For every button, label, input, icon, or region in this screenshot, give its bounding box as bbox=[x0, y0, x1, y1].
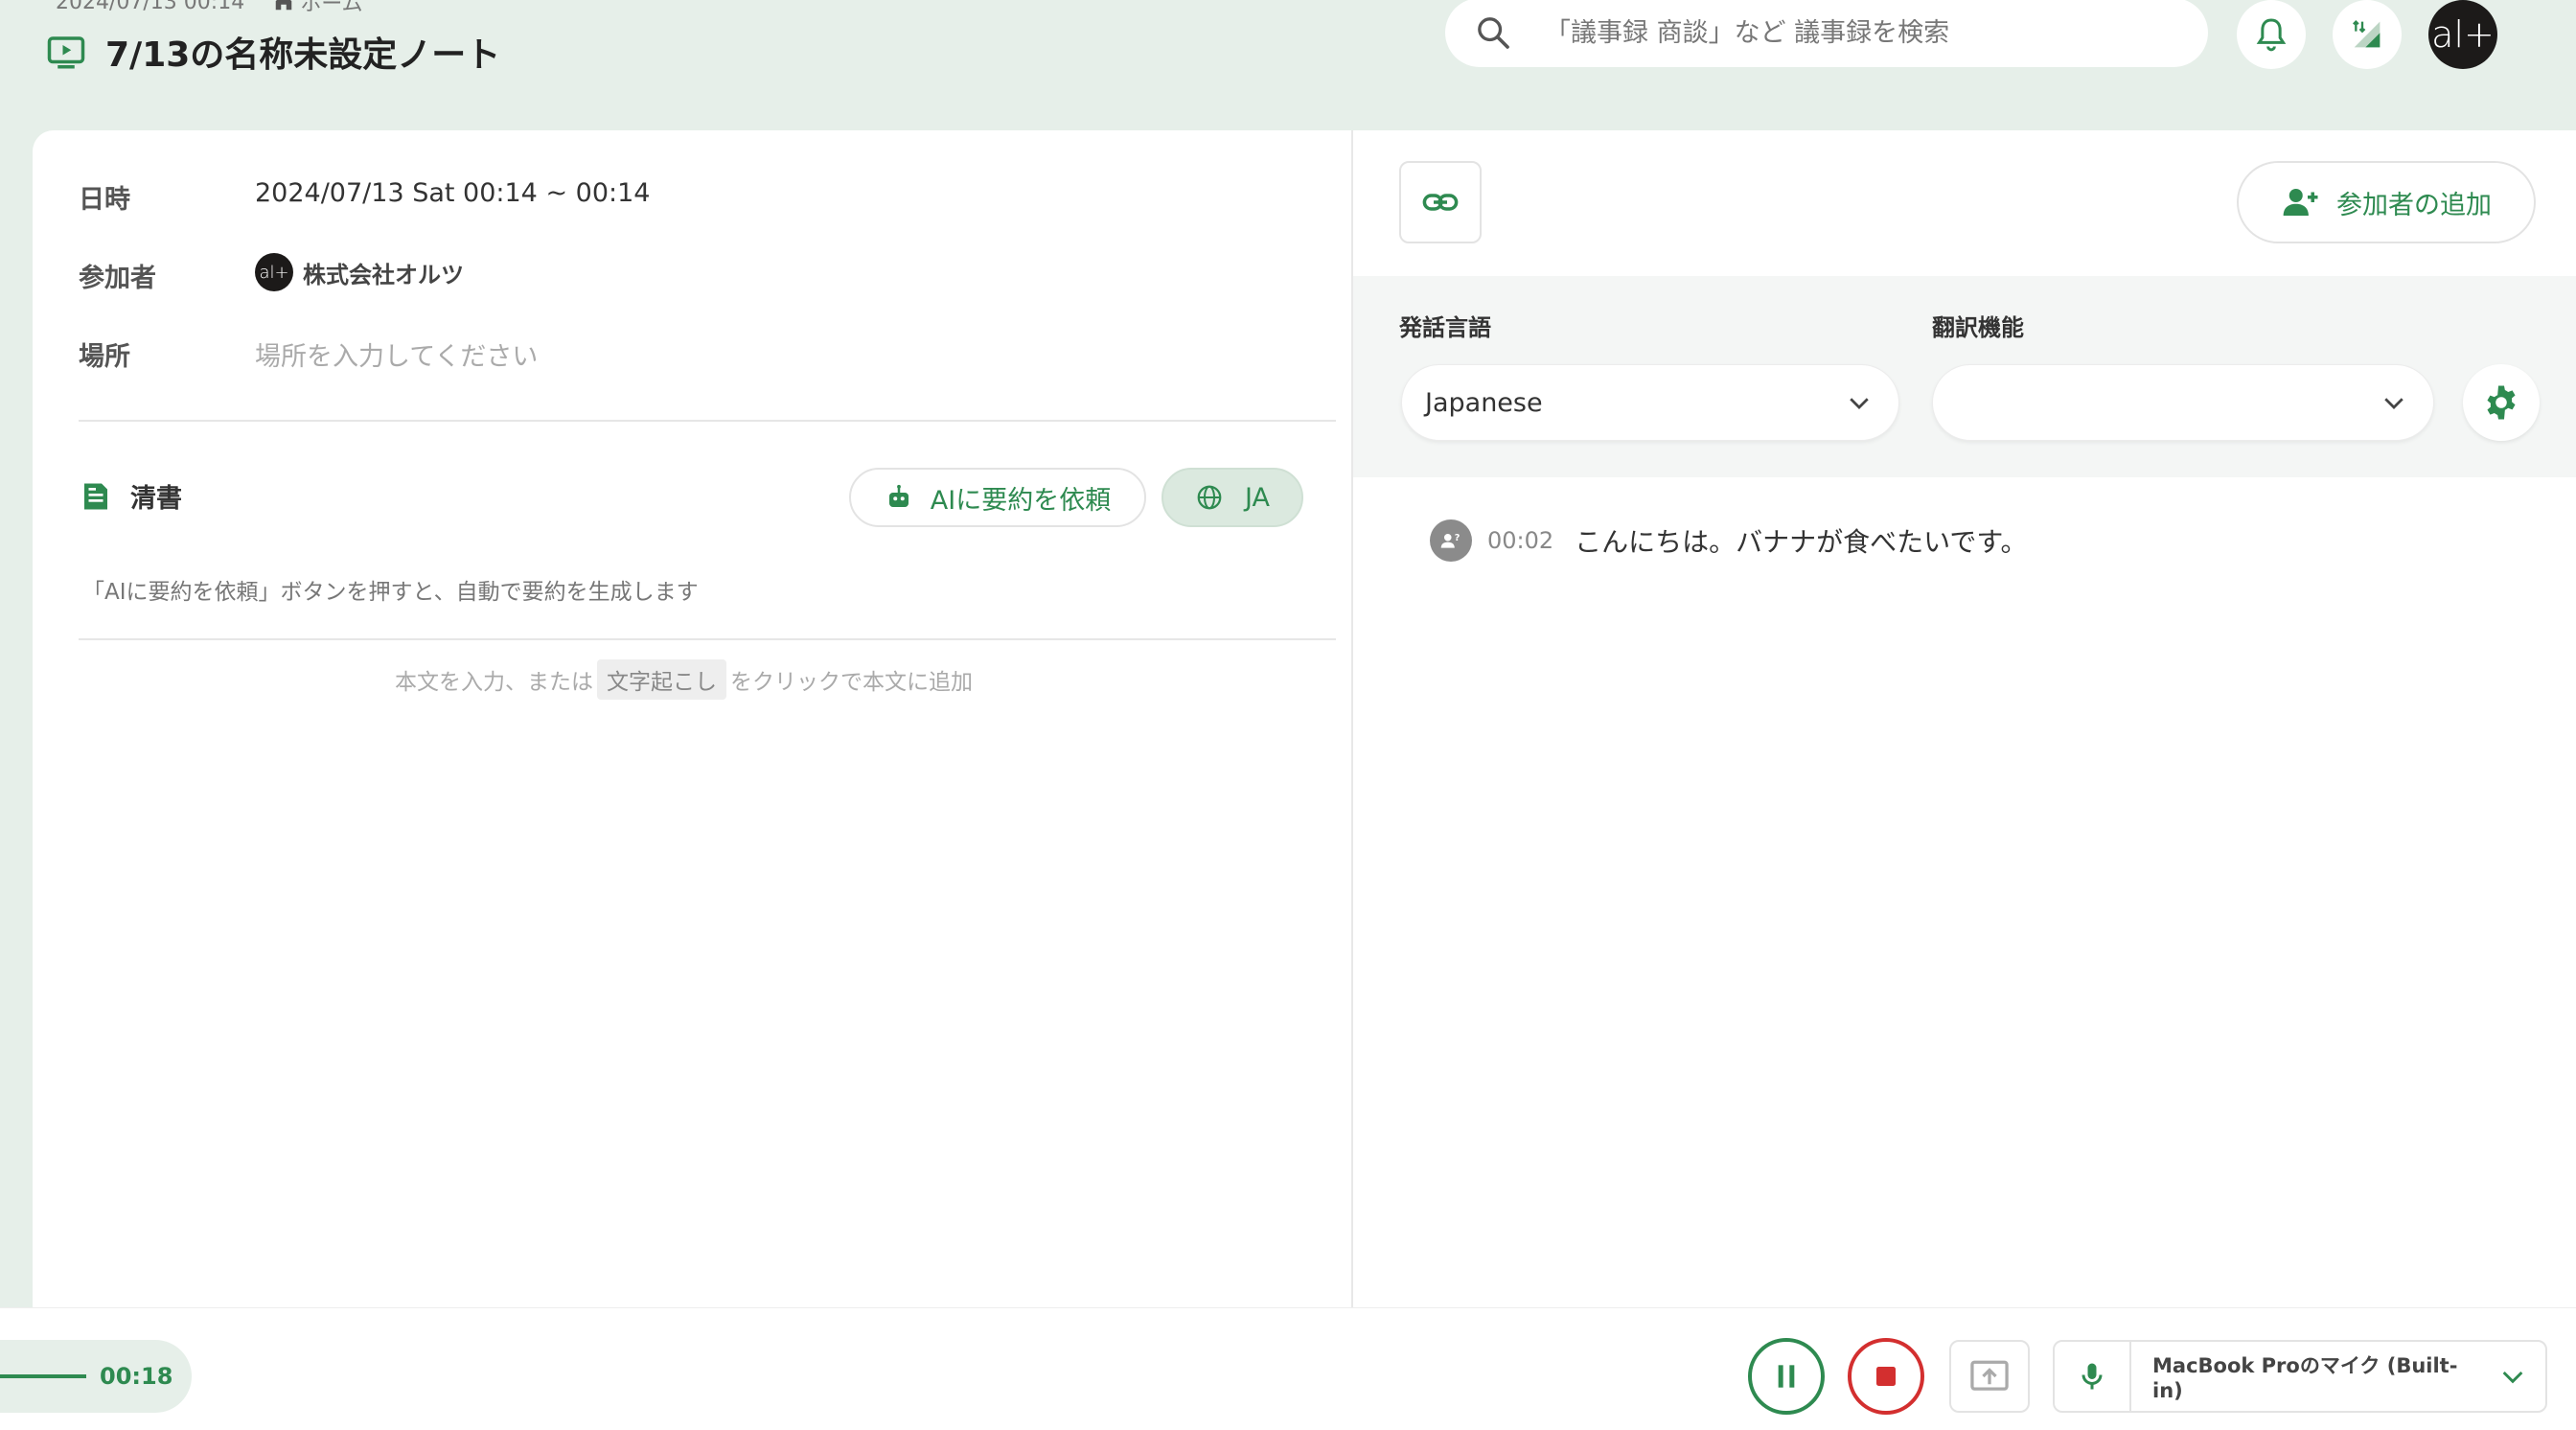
page-title-row: 7/13の名称未設定ノート bbox=[46, 27, 500, 77]
note-panel: 日時 2024/07/13 Sat 00:14 ~ 00:14 参加者 al+ … bbox=[33, 130, 1351, 1307]
document-icon bbox=[84, 483, 107, 509]
body-hint-after: をクリックで本文に追加 bbox=[730, 670, 973, 695]
summary-hint: 「AIに要約を依頼」ボタンを押すと、自動で要約を生成します bbox=[82, 580, 699, 605]
participant-avatar: al+ bbox=[255, 253, 293, 291]
divider bbox=[79, 420, 1336, 422]
audio-waveform bbox=[0, 1374, 86, 1378]
gear-icon bbox=[2487, 385, 2516, 420]
microphone-name: MacBook Proのマイク (Built-in) bbox=[2152, 1354, 2458, 1402]
unknown-person-icon: ? bbox=[1440, 533, 1460, 548]
breadcrumb: 2024/07/13 00:14 ホーム bbox=[56, 0, 363, 17]
link-icon bbox=[1422, 194, 1459, 211]
date-label: 日時 bbox=[79, 185, 130, 215]
stop-icon bbox=[1876, 1367, 1896, 1386]
transcript-text: こんにちは。バナナが食べたいです。 bbox=[1575, 526, 2028, 558]
chevron-down-icon bbox=[1850, 398, 1869, 409]
transcript-chip: 文字起こし bbox=[597, 659, 726, 700]
clean-copy-header: 清書 bbox=[79, 477, 182, 515]
divider bbox=[79, 638, 1336, 640]
participant-chip[interactable]: al+ 株式会社オルツ bbox=[255, 253, 464, 291]
recording-timer: 00:18 bbox=[0, 1340, 192, 1413]
speech-language-select[interactable]: Japanese bbox=[1401, 364, 1899, 441]
body-editor[interactable]: 本文を入力、または 文字起こし をクリックで本文に追加 bbox=[395, 659, 973, 700]
translation-label: 翻訳機能 bbox=[1932, 314, 2024, 341]
microphone-dropdown[interactable] bbox=[2480, 1361, 2545, 1392]
ai-summary-button[interactable]: AIに要約を依頼 bbox=[849, 468, 1146, 527]
microphone-icon bbox=[2082, 1363, 2103, 1390]
chevron-down-icon bbox=[2384, 398, 2404, 409]
speech-language-value: Japanese bbox=[1425, 387, 1543, 418]
chevron-down-icon bbox=[2502, 1371, 2523, 1384]
output-language-button[interactable]: JA bbox=[1162, 468, 1303, 527]
pause-icon bbox=[1778, 1365, 1795, 1388]
breadcrumb-date: 2024/07/13 00:14 bbox=[56, 0, 245, 14]
language-settings-button[interactable] bbox=[2463, 364, 2540, 441]
breadcrumb-home-label: ホーム bbox=[300, 0, 363, 16]
svg-text:?: ? bbox=[1455, 533, 1460, 543]
speech-language-label: 発話言語 bbox=[1399, 314, 1491, 341]
breadcrumb-home[interactable]: ホーム bbox=[273, 0, 363, 17]
globe-icon bbox=[1197, 485, 1222, 510]
signal-status-button[interactable] bbox=[2333, 0, 2402, 69]
user-avatar-text: al+ bbox=[2431, 13, 2495, 56]
place-label: 場所 bbox=[79, 342, 130, 372]
transcript-panel: 参加者の追加 発話言語 翻訳機能 Japanese ? 00:02 こんにちは。… bbox=[1351, 130, 2576, 1307]
output-language-label: JA bbox=[1245, 482, 1270, 513]
bell-icon bbox=[2256, 18, 2287, 52]
place-input[interactable]: 場所を入力してください bbox=[255, 335, 538, 373]
robot-icon bbox=[888, 484, 908, 507]
unknown-speaker-avatar[interactable]: ? bbox=[1430, 519, 1472, 562]
translation-select[interactable] bbox=[1932, 364, 2434, 441]
transcript-time: 00:02 bbox=[1487, 527, 1554, 554]
upload-icon bbox=[1970, 1360, 2009, 1391]
video-note-icon bbox=[47, 36, 85, 69]
add-participant-label: 参加者の追加 bbox=[2336, 190, 2492, 220]
stop-button[interactable] bbox=[1848, 1338, 1924, 1415]
body-hint-before: 本文を入力、または bbox=[395, 670, 593, 695]
add-participant-button[interactable]: 参加者の追加 bbox=[2237, 161, 2536, 243]
notifications-button[interactable] bbox=[2237, 0, 2306, 69]
pause-button[interactable] bbox=[1748, 1338, 1825, 1415]
user-avatar[interactable]: al+ bbox=[2428, 0, 2497, 69]
home-icon bbox=[275, 0, 292, 11]
participants-label: 参加者 bbox=[79, 264, 156, 293]
signal-strength-icon bbox=[2353, 20, 2380, 48]
elapsed-time: 00:18 bbox=[100, 1363, 173, 1390]
add-person-icon bbox=[2283, 189, 2318, 216]
copy-link-button[interactable] bbox=[1399, 161, 1482, 243]
search-icon bbox=[1478, 17, 1509, 49]
date-value[interactable]: 2024/07/13 Sat 00:14 ~ 00:14 bbox=[255, 178, 650, 208]
microphone-toggle[interactable] bbox=[2055, 1342, 2131, 1411]
upload-audio-button[interactable] bbox=[1949, 1340, 2030, 1413]
microphone-select[interactable]: MacBook Proのマイク (Built-in) bbox=[2053, 1340, 2547, 1413]
search-bar[interactable] bbox=[1445, 0, 2208, 67]
search-input[interactable] bbox=[1545, 17, 2158, 48]
participant-name: 株式会社オルツ bbox=[303, 261, 464, 288]
clean-copy-label: 清書 bbox=[130, 484, 182, 514]
ai-summary-label: AIに要約を依頼 bbox=[930, 485, 1112, 516]
page-title[interactable]: 7/13の名称未設定ノート bbox=[105, 27, 500, 77]
transcript-entry[interactable]: ? 00:02 こんにちは。バナナが食べたいです。 bbox=[1430, 519, 2028, 562]
